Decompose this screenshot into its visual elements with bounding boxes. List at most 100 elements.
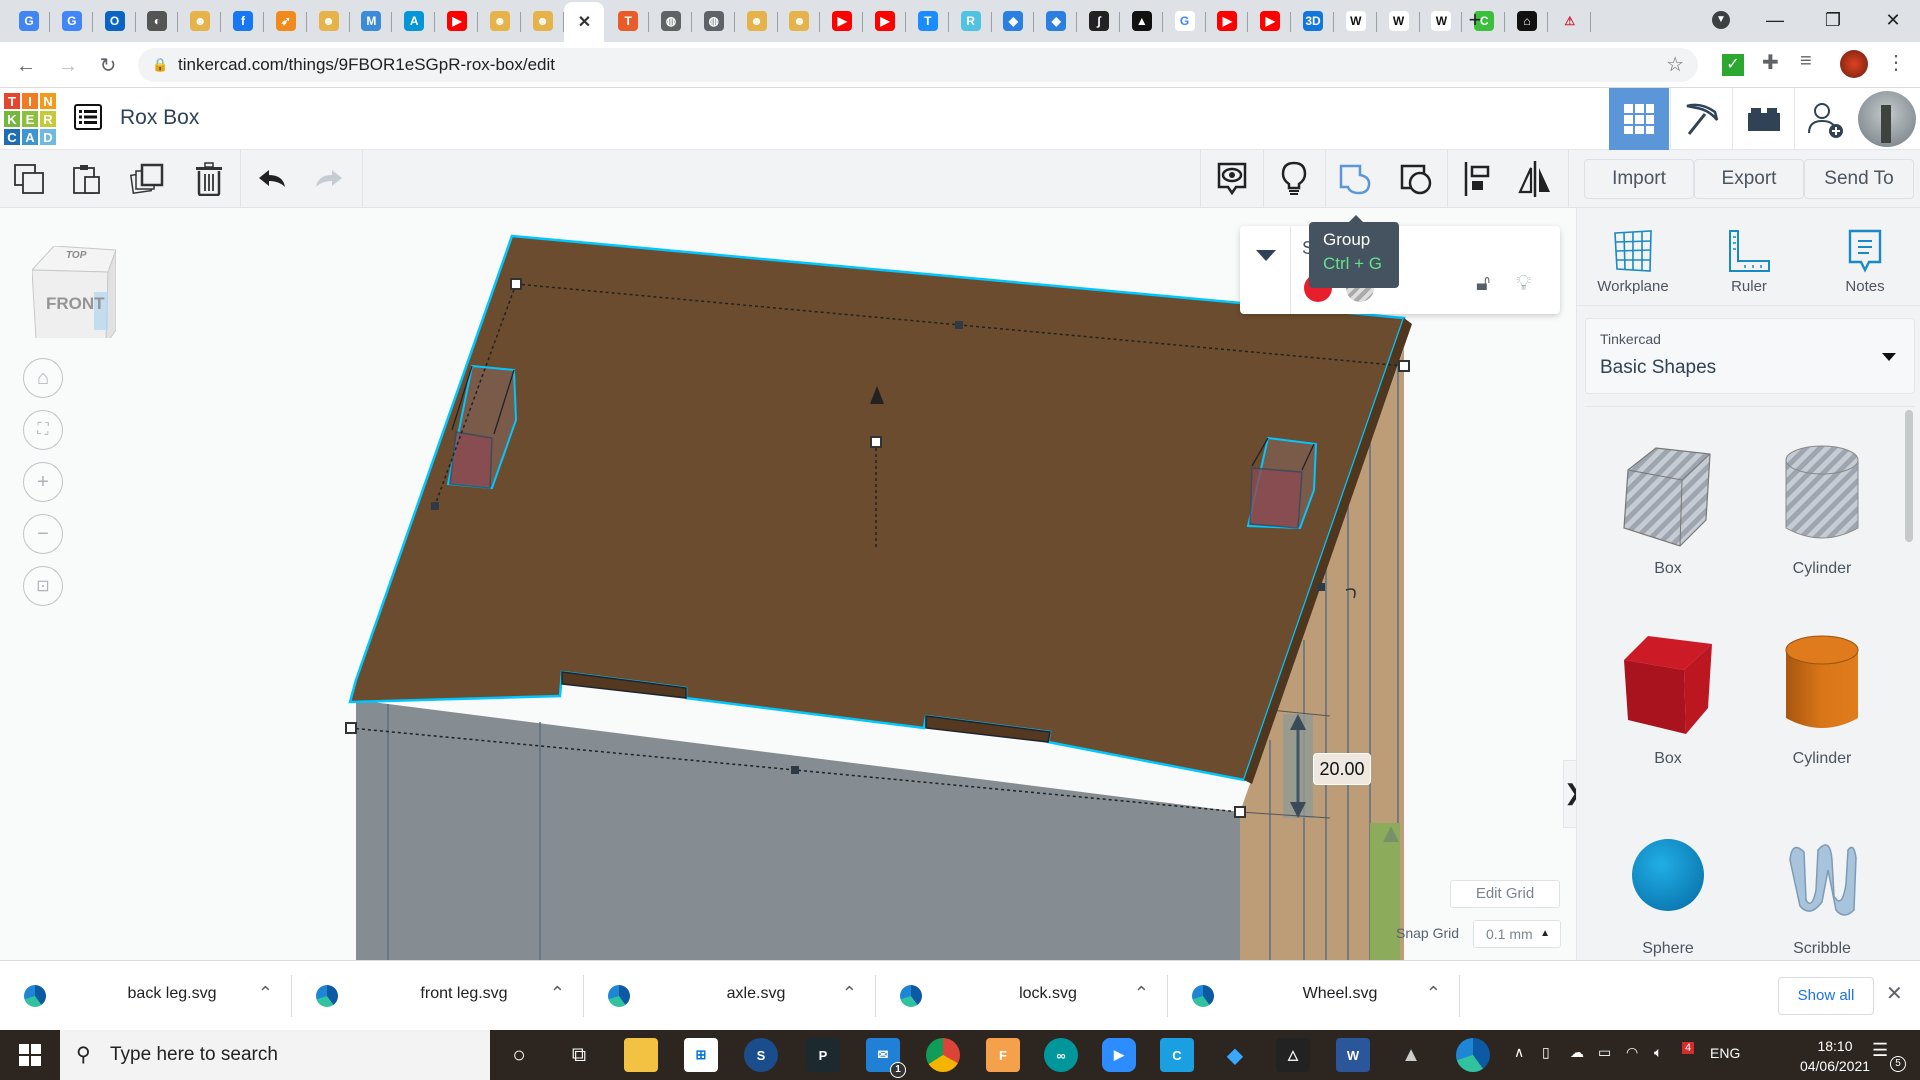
redo-button[interactable] [310,160,348,198]
panel-collapse-button[interactable]: ❯ [1563,760,1576,828]
close-window-button[interactable]: ✕ [1870,0,1916,40]
tray-app-badge[interactable]: 4 [1682,1042,1695,1054]
zoom-out-button[interactable]: − [23,514,63,554]
notes-tool[interactable]: Notes [1815,224,1915,295]
browser-menu-icon[interactable]: ⋮ [1886,50,1906,75]
phone-icon[interactable]: ▯ [1542,1044,1550,1061]
zoom-icon[interactable]: ▶ [1102,1038,1136,1072]
lightbulb-icon[interactable]: 💡︎ [1516,270,1531,296]
browser-tab[interactable]: T [607,6,650,36]
3d-viewport[interactable]: TOP FRONT ⌂ ⛶ + − ⊡ Shapes(3) 🔓︎ 💡︎ 20.0… [0,208,1576,960]
browser-tab[interactable]: G [1164,6,1206,36]
ortho-view-button[interactable]: ⊡ [23,566,63,606]
wifi-icon[interactable]: ◠ [1626,1044,1638,1061]
browser-tab[interactable]: ▶ [1249,6,1292,36]
media-queue-icon[interactable]: ≡ [1800,50,1812,73]
shape-box[interactable]: Box [1603,620,1733,768]
project-title[interactable]: Rox Box [120,106,199,130]
fit-view-button[interactable]: ⛶ [23,410,63,450]
tab-search-icon[interactable]: ▼ [1698,0,1744,40]
chevron-up-icon[interactable]: ⌃ [1134,983,1149,1004]
url-bar[interactable]: 🔒 tinkercad.com/things/9FBOR1eSGpR-rox-b… [138,48,1698,82]
chrome-icon[interactable] [926,1038,960,1072]
browser-tab[interactable]: ◐ [136,6,179,36]
browser-tab[interactable]: W [1378,6,1420,36]
zoom-in-button[interactable]: + [23,462,63,502]
browser-tab[interactable]: ∫ [1078,6,1120,36]
browser-tab[interactable]: O [94,6,136,36]
export-button[interactable]: Export [1694,159,1804,199]
browser-tab[interactable]: G [8,6,50,36]
chevron-up-icon[interactable]: ⌃ [1426,983,1441,1004]
invite-user-button[interactable] [1794,88,1856,150]
cura-icon[interactable]: C [1160,1038,1194,1072]
back-button[interactable]: ← [12,52,40,80]
browser-tab[interactable]: 3D [1292,6,1334,36]
shape-cylinder-hole[interactable]: Cylinder [1757,430,1887,578]
minimize-button[interactable]: — [1752,0,1798,40]
shape-sphere[interactable]: Sphere [1603,810,1733,958]
undo-button[interactable] [253,160,291,198]
microsoft-store-icon[interactable]: ⊞ [684,1038,718,1072]
browser-tab[interactable]: T [907,6,949,36]
download-item[interactable]: axle.svg ⌃ [584,975,876,1017]
workplane-tool[interactable]: Workplane [1583,224,1683,295]
fusion360-icon[interactable]: F [986,1038,1020,1072]
blocks-view-button[interactable] [1670,88,1732,150]
browser-tab[interactable]: ▶ [864,6,906,36]
shape-scribble[interactable]: Scribble [1757,810,1887,958]
show-hidden-icons[interactable]: ∧ [1514,1044,1524,1061]
browser-tab[interactable]: ☻ [479,6,521,36]
tinkercad-logo[interactable]: TINKERCAD [3,92,57,146]
close-downloads-bar-button[interactable]: ✕ [1886,981,1903,1006]
start-button[interactable] [0,1030,60,1080]
design-list-icon[interactable] [74,104,102,130]
edit-grid-button[interactable]: Edit Grid [1450,880,1560,908]
browser-tab[interactable]: ◍ [650,6,692,36]
forward-button[interactable]: → [54,52,82,80]
user-avatar[interactable] [1858,91,1916,147]
download-item[interactable]: front leg.svg ⌃ [292,975,584,1017]
extension-check-icon[interactable]: ✓ [1722,54,1744,76]
browser-tab[interactable]: ⌂ [1506,6,1548,36]
language-indicator[interactable]: ENG [1710,1045,1740,1061]
browser-tab[interactable]: ☻ [778,6,821,36]
browser-tab[interactable]: ➶ [265,6,307,36]
mirror-button[interactable] [1516,160,1554,198]
shape-box-hole[interactable]: Box [1603,430,1733,578]
3d-design-view-button[interactable] [1609,88,1669,150]
duplicate-button[interactable] [128,160,166,198]
browser-tab[interactable]: ▲ [1121,6,1163,36]
active-tab[interactable]: ✕ [564,2,605,42]
arduino-icon[interactable]: ∞ [1044,1038,1078,1072]
browser-tab[interactable]: ▶ [821,6,864,36]
bricks-view-button[interactable] [1732,88,1794,150]
ungroup-button[interactable] [1397,160,1435,198]
battery-icon[interactable]: ▭ [1598,1044,1611,1061]
browser-tab[interactable]: ☻ [736,6,778,36]
edge-icon[interactable] [1456,1038,1490,1072]
chevron-up-icon[interactable]: ⌃ [550,983,565,1004]
browser-tab[interactable]: A [393,6,436,36]
task-view-icon[interactable]: ⧉ [562,1038,596,1072]
show-hide-button[interactable] [1213,160,1251,198]
hide-all-button[interactable] [1275,160,1313,198]
browser-tab[interactable]: ▶ [1206,6,1249,36]
browser-tab[interactable]: G [51,6,93,36]
extensions-puzzle-icon[interactable]: ✚ [1762,50,1779,75]
file-explorer-icon[interactable] [624,1038,658,1072]
browser-tab[interactable]: ▶ [436,6,478,36]
predator-icon[interactable]: P [806,1038,840,1072]
panel-scrollbar[interactable] [1905,410,1913,542]
import-button[interactable]: Import [1584,159,1694,199]
group-button[interactable] [1336,160,1374,198]
workplane-scene[interactable] [0,208,1576,960]
download-item[interactable]: Wheel.svg ⌃ [1168,975,1460,1017]
prism-app-icon[interactable]: △ [1276,1038,1310,1072]
bookmark-star-icon[interactable]: ☆ [1666,48,1684,82]
download-item[interactable]: back leg.svg ⌃ [0,975,292,1017]
unlock-icon[interactable]: 🔓︎ [1476,270,1490,296]
paste-button[interactable] [68,160,106,198]
browser-tab[interactable]: ◍ [693,6,735,36]
browser-tab[interactable]: R [950,6,992,36]
